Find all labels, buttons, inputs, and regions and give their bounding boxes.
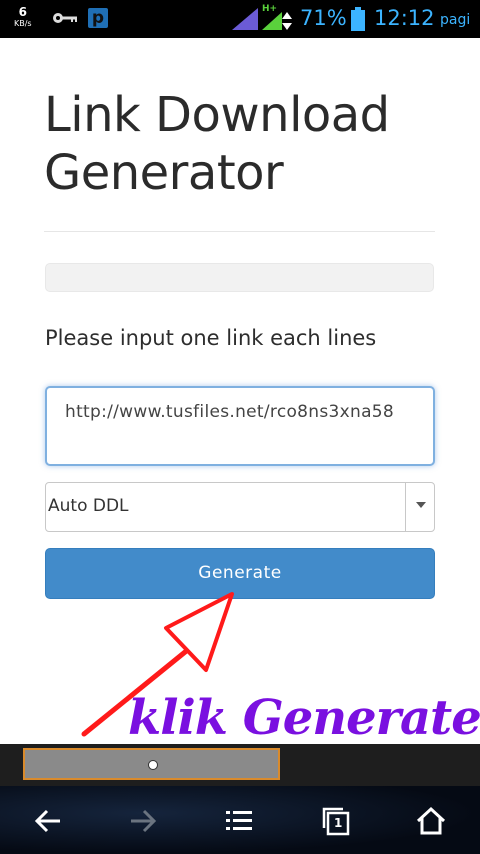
tab-count: 1 [334, 816, 343, 830]
loading-indicator [148, 760, 158, 770]
url-bar[interactable] [23, 748, 280, 780]
navigation-bar: 1 [0, 786, 480, 854]
annotation-caption: klik Generate [128, 690, 480, 746]
forward-icon[interactable] [128, 806, 158, 836]
tabs-button[interactable]: 1 [320, 806, 350, 836]
menu-icon[interactable] [224, 806, 254, 836]
home-icon[interactable] [416, 806, 446, 836]
back-icon[interactable] [33, 806, 63, 836]
